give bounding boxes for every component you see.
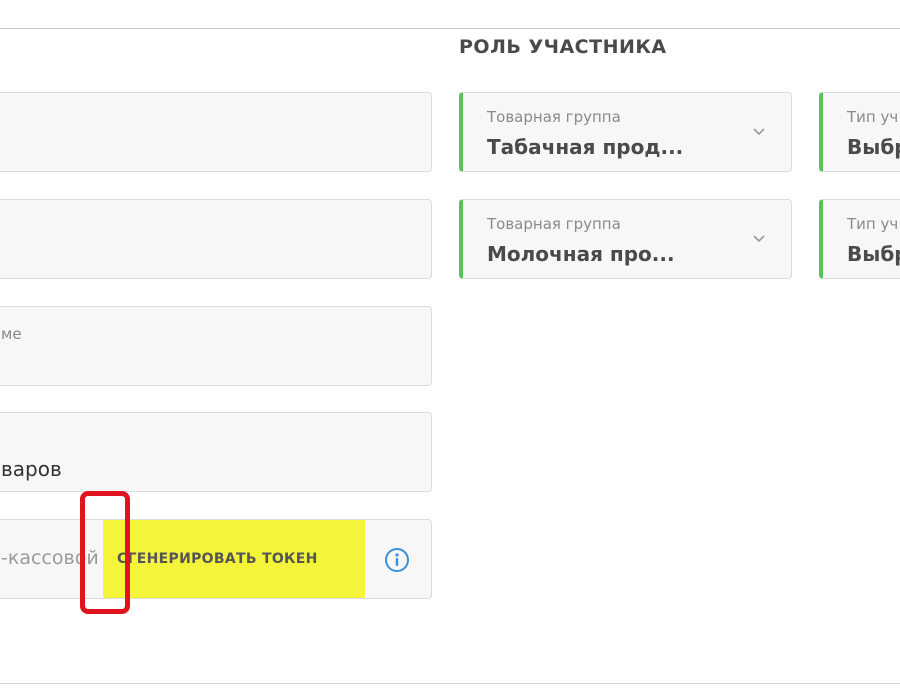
chevron-down-icon bbox=[753, 128, 765, 136]
participant-type-select-1[interactable]: Тип уч Выбр bbox=[819, 92, 900, 172]
product-group-value-1: Табачная прод... bbox=[487, 135, 684, 159]
left-input-2[interactable] bbox=[0, 199, 432, 279]
participant-type-select-2[interactable]: Тип уч Выбр bbox=[819, 199, 900, 279]
generate-token-button[interactable]: СГЕНЕРИРОВАТЬ ТОКЕН bbox=[103, 520, 365, 598]
product-group-select-1[interactable]: Товарная группа Табачная прод... bbox=[459, 92, 792, 172]
chevron-down-icon bbox=[753, 235, 765, 243]
left-input-1[interactable] bbox=[0, 92, 432, 172]
info-circle-icon[interactable] bbox=[384, 547, 410, 573]
participant-type-value-2: Выбр bbox=[847, 242, 900, 266]
product-group-value-2: Молочная про... bbox=[487, 242, 675, 266]
left-input-4-value: варов bbox=[1, 457, 62, 481]
top-divider bbox=[0, 28, 900, 29]
participant-type-value-1: Выбр bbox=[847, 135, 900, 159]
left-input-3-label: ме bbox=[1, 325, 22, 343]
participant-type-label-1: Тип уч bbox=[847, 108, 899, 126]
token-field[interactable]: -кассовой СГЕНЕРИРОВАТЬ ТОКЕН bbox=[0, 519, 432, 599]
participant-type-label-2: Тип уч bbox=[847, 215, 899, 233]
product-group-label-1: Товарная группа bbox=[487, 108, 621, 126]
product-group-select-2[interactable]: Товарная группа Молочная про... bbox=[459, 199, 792, 279]
product-group-label-2: Товарная группа bbox=[487, 215, 621, 233]
bottom-divider bbox=[0, 683, 900, 684]
annotation-highlight-box bbox=[80, 491, 130, 614]
section-title-participant-role: РОЛЬ УЧАСТНИКА bbox=[459, 36, 667, 58]
left-input-3[interactable]: ме bbox=[0, 306, 432, 386]
left-input-4[interactable]: варов bbox=[0, 412, 432, 492]
